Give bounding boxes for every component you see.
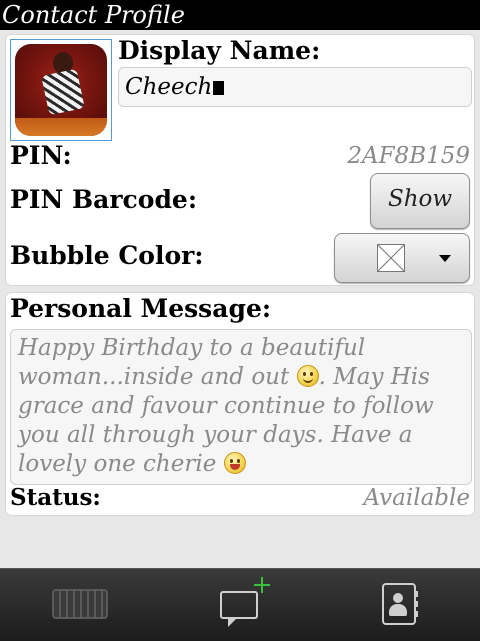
page-title: Contact Profile — [2, 1, 185, 29]
text-cursor — [213, 81, 225, 95]
avatar-image — [15, 44, 107, 136]
bottom-toolbar — [0, 568, 480, 641]
display-name-field[interactable]: Cheech — [118, 67, 472, 107]
color-swatch-icon — [377, 244, 405, 272]
chevron-down-icon — [439, 255, 451, 262]
keyboard-icon[interactable] — [52, 589, 108, 619]
avatar[interactable] — [10, 39, 112, 141]
plus-icon[interactable] — [254, 577, 270, 593]
grin-emoji-icon — [223, 452, 246, 474]
status-label: Status: — [10, 484, 101, 511]
bubble-color-dropdown[interactable] — [334, 233, 470, 283]
personal-message-label: Personal Message: — [10, 294, 272, 323]
profile-card: Display Name: Cheech PIN: 2AF8B159 PIN B… — [5, 34, 475, 286]
show-barcode-button[interactable]: Show — [370, 173, 470, 229]
personal-message-field[interactable]: Happy Birthday to a beautiful woman...in… — [10, 329, 472, 485]
display-name-value: Cheech — [125, 74, 213, 100]
pin-label: PIN: — [10, 141, 72, 170]
pin-barcode-label: PIN Barcode: — [10, 185, 198, 214]
title-bar: Contact Profile — [0, 0, 480, 30]
contacts-icon[interactable] — [382, 583, 418, 625]
chat-bubble-icon[interactable] — [220, 591, 258, 627]
bubble-color-label: Bubble Color: — [10, 241, 204, 270]
show-button-label: Show — [387, 186, 453, 212]
status-value: Available — [363, 485, 471, 511]
smile-emoji-icon — [296, 365, 319, 387]
pin-value: 2AF8B159 — [347, 143, 470, 169]
display-name-label: Display Name: — [118, 36, 321, 65]
personal-message-text: Happy Birthday to a beautiful woman...in… — [18, 335, 434, 477]
message-card: Personal Message: Happy Birthday to a be… — [5, 292, 475, 516]
